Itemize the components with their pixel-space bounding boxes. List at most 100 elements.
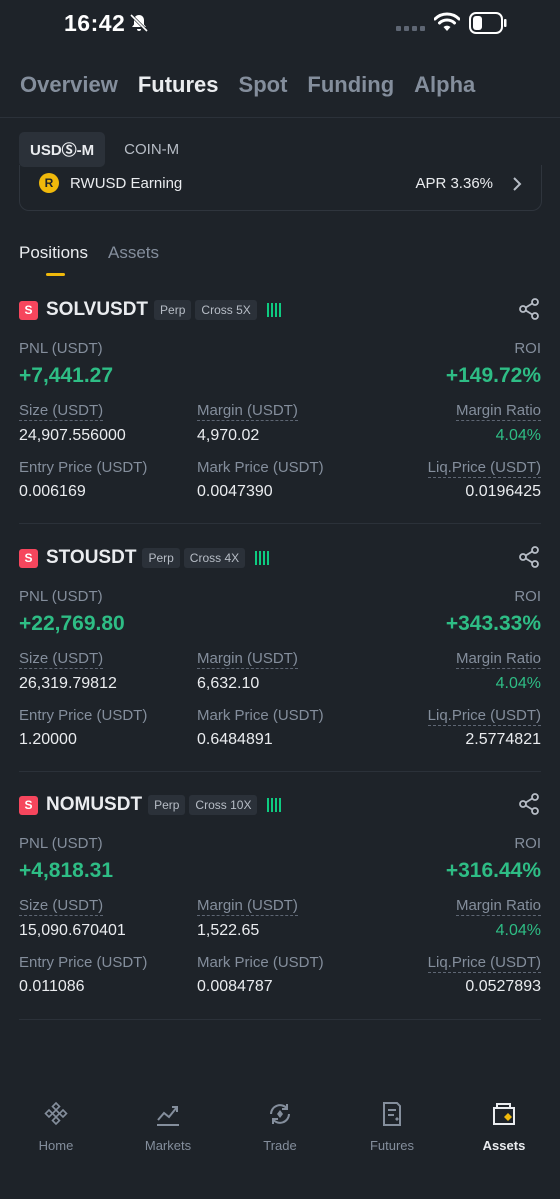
adl-indicator-icon <box>267 798 282 812</box>
mark-price-value: 0.6484891 <box>197 731 273 748</box>
tab-funding[interactable]: Funding <box>307 72 394 98</box>
short-badge: S <box>19 795 38 815</box>
status-time: 16:42 <box>64 10 126 36</box>
size-value: 15,090.670401 <box>19 922 126 939</box>
top-tabs: Overview Futures Spot Funding Alpha <box>20 72 495 98</box>
nav-home[interactable]: Home <box>6 1100 106 1153</box>
margin-ratio-label[interactable]: Margin Ratio <box>455 402 541 421</box>
tab-alpha[interactable]: Alpha <box>414 72 475 98</box>
margin-ratio-value: 4.04% <box>495 675 541 692</box>
margin-label[interactable]: Margin (USDT) <box>197 650 298 669</box>
pnl-label: PNL (USDT) <box>19 340 103 357</box>
earning-label: RWUSD Earning <box>70 175 183 192</box>
perp-tag: Perp <box>148 795 186 815</box>
signal-icon <box>396 26 425 31</box>
leverage-tag[interactable]: Cross 5X <box>195 300 257 320</box>
liq-price-label[interactable]: Liq.Price (USDT) <box>427 954 541 973</box>
size-label[interactable]: Size (USDT) <box>19 402 104 421</box>
pnl-value: +22,769.80 <box>19 612 125 635</box>
position-header: S SOLVUSDT Perp Cross 5X <box>19 298 281 322</box>
pnl-label: PNL (USDT) <box>19 835 103 852</box>
roi-label: ROI <box>514 340 541 357</box>
roi-label: ROI <box>514 588 541 605</box>
pnl-label: PNL (USDT) <box>19 588 103 605</box>
wallet-icon <box>493 1103 515 1125</box>
mark-price-value: 0.0047390 <box>197 483 273 500</box>
leverage-tag[interactable]: Cross 4X <box>183 548 246 568</box>
position-symbol[interactable]: NOMUSDT <box>46 794 142 816</box>
tab-positions[interactable]: Positions <box>19 243 88 263</box>
margin-value: 6,632.10 <box>197 675 260 692</box>
size-label[interactable]: Size (USDT) <box>19 650 104 669</box>
perp-tag: Perp <box>154 300 192 320</box>
share-icon[interactable] <box>518 793 540 815</box>
nav-trade[interactable]: Trade <box>230 1100 330 1153</box>
tab-coin-m[interactable]: COIN-M <box>113 134 190 165</box>
mark-price-label: Mark Price (USDT) <box>197 459 324 476</box>
position-symbol[interactable]: STOUSDT <box>46 547 136 569</box>
size-value: 24,907.556000 <box>19 427 126 444</box>
positions-tabs: Positions Assets <box>19 243 179 263</box>
status-bar: 16:42 <box>0 0 560 50</box>
mark-price-label: Mark Price (USDT) <box>197 707 324 724</box>
position-symbol[interactable]: SOLVUSDT <box>46 299 148 321</box>
margin-ratio-label[interactable]: Margin Ratio <box>455 650 541 669</box>
position-card[interactable]: S NOMUSDT Perp Cross 10X PNL (USDT) ROI … <box>0 793 560 1041</box>
tab-overview[interactable]: Overview <box>20 72 118 98</box>
mark-price-label: Mark Price (USDT) <box>197 954 324 971</box>
roi-value: +149.72% <box>445 364 541 387</box>
position-card[interactable]: S SOLVUSDT Perp Cross 5X PNL (USDT) ROI … <box>0 298 560 546</box>
nav-home-label: Home <box>38 1138 74 1153</box>
pnl-value: +4,818.31 <box>19 859 114 882</box>
position-divider <box>19 1019 541 1020</box>
margin-value: 1,522.65 <box>197 922 260 939</box>
size-label[interactable]: Size (USDT) <box>19 897 104 916</box>
top-tabs-divider <box>0 117 560 118</box>
tab-spot[interactable]: Spot <box>239 72 288 98</box>
leverage-tag[interactable]: Cross 10X <box>189 795 258 815</box>
battery-icon <box>469 12 507 34</box>
liq-price-value: 0.0527893 <box>465 978 541 995</box>
nav-futures[interactable]: Futures <box>342 1100 442 1153</box>
position-card[interactable]: S STOUSDT Perp Cross 4X PNL (USDT) ROI +… <box>0 546 560 794</box>
short-badge: S <box>19 300 38 320</box>
contract-type-tabs: USDⓈ-M COIN-M <box>19 132 198 167</box>
tab-assets[interactable]: Assets <box>108 243 159 263</box>
entry-price-label: Entry Price (USDT) <box>19 459 148 476</box>
chart-icon <box>157 1106 179 1126</box>
nav-markets-label: Markets <box>144 1138 192 1153</box>
earning-apr: APR 3.36% <box>415 175 493 192</box>
share-icon[interactable] <box>518 298 540 320</box>
nav-assets[interactable]: Assets <box>454 1100 554 1153</box>
trade-icon <box>270 1104 290 1124</box>
bell-muted-icon <box>129 13 149 33</box>
nav-markets[interactable]: Markets <box>118 1100 218 1153</box>
futures-icon <box>383 1102 401 1126</box>
entry-price-value: 0.006169 <box>19 483 86 500</box>
margin-ratio-value: 4.04% <box>495 922 541 939</box>
share-icon[interactable] <box>518 546 540 568</box>
entry-price-label: Entry Price (USDT) <box>19 707 148 724</box>
nav-trade-label: Trade <box>263 1138 297 1153</box>
rwusd-earning-card[interactable]: R RWUSD Earning APR 3.36% <box>19 165 542 211</box>
nav-assets-label: Assets <box>482 1138 526 1153</box>
tab-futures[interactable]: Futures <box>138 72 219 98</box>
position-header: S STOUSDT Perp Cross 4X <box>19 546 270 570</box>
margin-value: 4,970.02 <box>197 427 260 444</box>
tab-usds-m[interactable]: USDⓈ-M <box>19 132 106 167</box>
nav-futures-label: Futures <box>369 1138 415 1153</box>
entry-price-label: Entry Price (USDT) <box>19 954 148 971</box>
margin-label[interactable]: Margin (USDT) <box>197 402 298 421</box>
liq-price-value: 2.5774821 <box>465 731 541 748</box>
adl-indicator-icon <box>266 303 281 317</box>
margin-ratio-label[interactable]: Margin Ratio <box>455 897 541 916</box>
size-value: 26,319.79812 <box>19 675 117 692</box>
liq-price-label[interactable]: Liq.Price (USDT) <box>427 707 541 726</box>
position-header: S NOMUSDT Perp Cross 10X <box>19 793 282 817</box>
margin-label[interactable]: Margin (USDT) <box>197 897 298 916</box>
chevron-right-icon <box>513 177 522 191</box>
liq-price-label[interactable]: Liq.Price (USDT) <box>427 459 541 478</box>
mark-price-value: 0.0084787 <box>197 978 273 995</box>
position-divider <box>19 523 541 524</box>
roi-value: +343.33% <box>445 612 541 635</box>
